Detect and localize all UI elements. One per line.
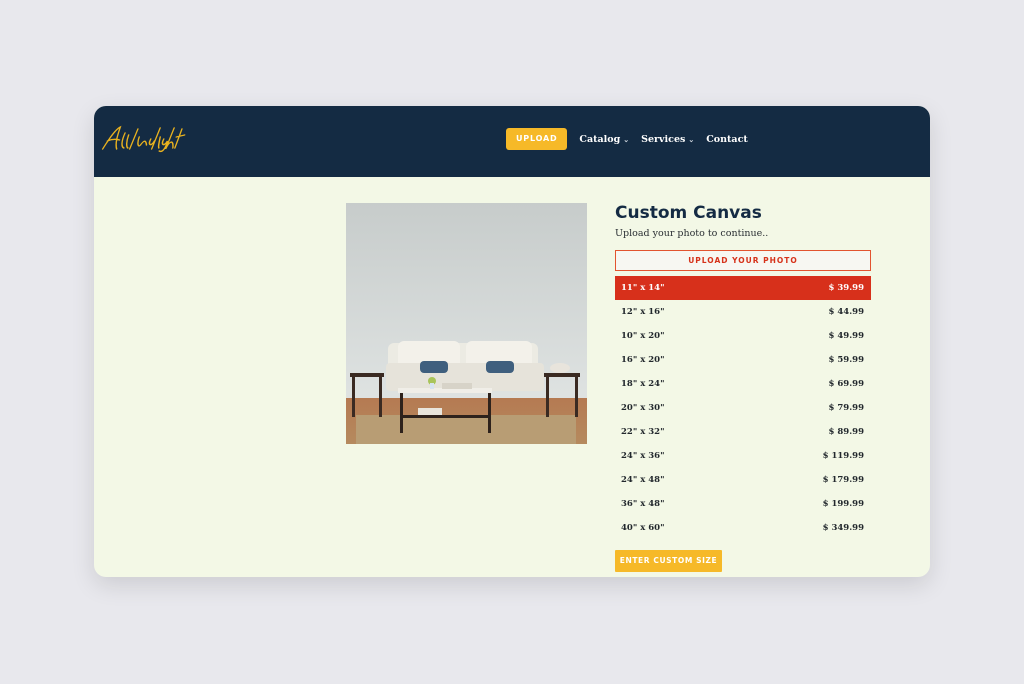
size-price: $ 179.99 — [822, 475, 864, 485]
size-option-16x20[interactable]: 16" x 20" $ 59.99 — [615, 348, 871, 372]
size-option-12x16[interactable]: 12" x 16" $ 44.99 — [615, 300, 871, 324]
size-price: $ 89.99 — [828, 427, 865, 437]
size-label: 16" x 20" — [621, 355, 665, 365]
size-option-24x36[interactable]: 24" x 36" $ 119.99 — [615, 444, 871, 468]
size-option-18x24[interactable]: 18" x 24" $ 69.99 — [615, 372, 871, 396]
nav-item-contact[interactable]: Contact — [706, 134, 748, 145]
size-option-11x14[interactable]: 11" x 14" $ 39.99 — [615, 276, 871, 300]
size-option-24x48[interactable]: 24" x 48" $ 179.99 — [615, 468, 871, 492]
size-price: $ 79.99 — [828, 403, 865, 413]
size-option-36x48[interactable]: 36" x 48" $ 199.99 — [615, 492, 871, 516]
page-title: Custom Canvas — [615, 203, 762, 223]
size-price: $ 349.99 — [822, 523, 864, 533]
size-price: $ 119.99 — [822, 451, 864, 461]
size-label: 10" x 20" — [621, 331, 665, 341]
browser-window: UPLOAD Catalog ⌄ Services ⌄ Contact Cust… — [94, 106, 930, 577]
size-label: 40" x 60" — [621, 523, 665, 533]
site-logo[interactable] — [99, 123, 189, 153]
size-label: 22" x 32" — [621, 427, 665, 437]
product-preview-image — [346, 203, 587, 444]
logo-script-icon — [101, 125, 186, 153]
size-option-22x32[interactable]: 22" x 32" $ 89.99 — [615, 420, 871, 444]
nav-item-services[interactable]: Services ⌄ — [641, 134, 694, 145]
upload-photo-button[interactable]: UPLOAD YOUR PHOTO — [615, 250, 871, 271]
size-label: 18" x 24" — [621, 379, 665, 389]
nav-item-catalog[interactable]: Catalog ⌄ — [579, 134, 629, 145]
size-price: $ 49.99 — [828, 331, 865, 341]
size-price: $ 69.99 — [828, 379, 865, 389]
size-price: $ 39.99 — [828, 283, 865, 293]
nav-upload-button[interactable]: UPLOAD — [506, 128, 568, 150]
size-label: 12" x 16" — [621, 307, 665, 317]
nav-item-label: Services — [641, 133, 686, 145]
chevron-down-icon: ⌄ — [688, 134, 695, 144]
size-label: 24" x 48" — [621, 475, 665, 485]
size-option-40x60[interactable]: 40" x 60" $ 349.99 — [615, 516, 871, 540]
size-label: 20" x 30" — [621, 403, 665, 413]
size-option-10x20[interactable]: 10" x 20" $ 49.99 — [615, 324, 871, 348]
chevron-down-icon: ⌄ — [623, 134, 630, 144]
size-label: 36" x 48" — [621, 499, 665, 509]
site-header: UPLOAD Catalog ⌄ Services ⌄ Contact — [94, 106, 930, 177]
main-nav: UPLOAD Catalog ⌄ Services ⌄ Contact — [506, 128, 748, 150]
size-label: 24" x 36" — [621, 451, 665, 461]
size-option-20x30[interactable]: 20" x 30" $ 79.99 — [615, 396, 871, 420]
nav-item-label: Contact — [706, 133, 748, 145]
size-price: $ 199.99 — [822, 499, 864, 509]
size-price: $ 59.99 — [828, 355, 865, 365]
size-price: $ 44.99 — [828, 307, 865, 317]
nav-item-label: Catalog — [579, 133, 621, 145]
size-options-list: 11" x 14" $ 39.99 12" x 16" $ 44.99 10" … — [615, 276, 871, 540]
enter-custom-size-button[interactable]: ENTER CUSTOM SIZE — [615, 550, 722, 572]
living-room-image — [346, 203, 587, 444]
page-subtitle: Upload your photo to continue.. — [615, 228, 769, 239]
size-label: 11" x 14" — [621, 283, 665, 293]
